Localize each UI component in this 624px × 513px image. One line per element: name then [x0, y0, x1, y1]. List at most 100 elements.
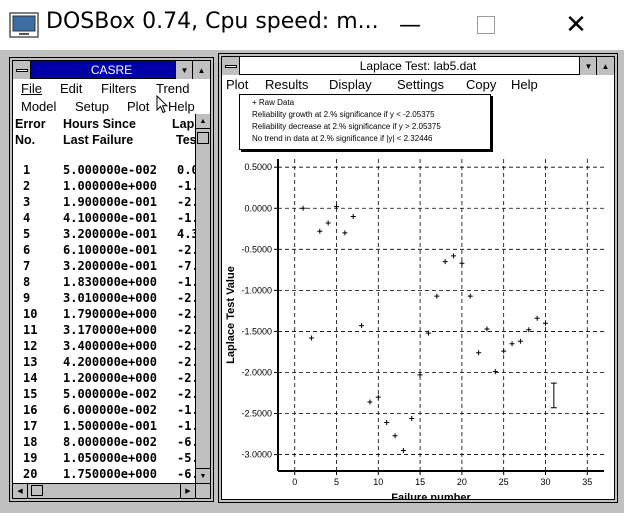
triangle-left-icon: ◀ — [17, 488, 23, 495]
cell-error-no: 5 — [23, 227, 31, 241]
menu-file[interactable]: File — [21, 81, 42, 96]
plus-marker — [325, 220, 331, 226]
plus-marker — [451, 253, 457, 259]
triangle-down-icon: ▼ — [180, 65, 189, 75]
col-error-line1: Error — [15, 117, 46, 131]
cell-error-no: 9 — [23, 291, 31, 305]
hscroll-thumb[interactable] — [31, 485, 43, 496]
cell-hours: 6.100000e-001 — [63, 243, 157, 257]
menu-settings[interactable]: Settings — [397, 77, 444, 92]
cell-hours: 8.000000e-002 — [63, 435, 157, 449]
legend-growth: Reliability growth at 2.% significance i… — [252, 110, 435, 119]
menu-setup[interactable]: Setup — [75, 99, 109, 114]
cell-hours: 1.050000e+000 — [63, 451, 157, 465]
cell-error-no: 4 — [23, 211, 31, 225]
casre-system-menu-button[interactable] — [13, 61, 31, 79]
cell-hours: 3.400000e+000 — [63, 339, 157, 353]
cell-hours: 1.200000e+000 — [63, 371, 157, 385]
menu-copy[interactable]: Copy — [466, 77, 496, 92]
x-tick-label: 15 — [415, 477, 425, 487]
data-point — [409, 415, 415, 421]
casre-titlebar[interactable]: CASRE ▼ ▲ — [13, 61, 210, 79]
cell-hours: 3.010000e+000 — [63, 291, 157, 305]
plus-marker — [384, 420, 390, 426]
minimize-button[interactable]: — — [380, 0, 440, 50]
menu-plot[interactable]: Plot — [226, 77, 248, 92]
data-point — [417, 372, 423, 378]
plus-marker — [392, 433, 398, 439]
data-point — [534, 315, 540, 321]
data-point — [542, 320, 548, 326]
menu-results[interactable]: Results — [265, 77, 308, 92]
plus-marker — [375, 394, 381, 400]
casre-window: CASRE ▼ ▲ File Edit Filters Trend Model … — [9, 57, 214, 502]
plus-marker — [317, 228, 323, 234]
laplace-chart: 0 5 10 15 20 25 30 35 0.5000 0.0000 -0.5000 -1.0000… — [225, 159, 604, 499]
plus-marker — [308, 335, 314, 341]
cell-error-no: 12 — [23, 339, 38, 353]
laplace-titlebar[interactable]: Laplace Test: lab5.dat ▼ ▲ — [222, 57, 614, 75]
data-point — [400, 447, 406, 453]
data-point — [367, 399, 373, 405]
casre-maximize-button[interactable]: ▲ — [192, 61, 210, 79]
plus-marker — [459, 260, 465, 266]
col-error-line2: No. — [15, 133, 36, 147]
menu-model[interactable]: Model — [21, 99, 56, 114]
cell-error-no: 6 — [23, 243, 31, 257]
cell-hours: 1.830000e+000 — [63, 275, 157, 289]
cell-error-no: 19 — [23, 451, 38, 465]
x-tick-label: 5 — [334, 477, 339, 487]
cell-hours: 1.500000e-001 — [63, 419, 157, 433]
menu-filters[interactable]: Filters — [101, 81, 136, 96]
menu-plot[interactable]: Plot — [127, 99, 149, 114]
casre-horizontal-scrollbar[interactable]: ◀ ▶ — [13, 483, 195, 498]
laplace-minimize-button[interactable]: ▼ — [579, 57, 597, 75]
x-tick-label: 35 — [582, 477, 592, 487]
y-tick-label: -2.0000 — [241, 367, 272, 377]
casre-window-body: CASRE ▼ ▲ File Edit Filters Trend Model … — [12, 60, 211, 499]
scroll-right-button[interactable]: ▶ — [180, 484, 195, 498]
laplace-maximize-button[interactable]: ▲ — [596, 57, 614, 75]
col-laplace-line1: Lapl — [172, 117, 198, 131]
data-point — [451, 253, 457, 259]
data-point — [476, 350, 482, 356]
data-point — [317, 228, 323, 234]
plus-marker — [350, 213, 356, 219]
cell-error-no: 15 — [23, 387, 38, 401]
laplace-menubar: Plot Results Display Settings Copy Help — [222, 76, 614, 94]
plus-marker — [359, 323, 365, 329]
scroll-left-button[interactable]: ◀ — [13, 484, 28, 498]
plus-marker — [400, 447, 406, 453]
menu-edit[interactable]: Edit — [60, 81, 82, 96]
cell-hours: 1.790000e+000 — [63, 307, 157, 321]
data-point — [501, 348, 507, 354]
menu-trend[interactable]: Trend — [156, 81, 189, 96]
close-button[interactable]: ✕ — [546, 0, 606, 50]
data-point — [484, 326, 490, 332]
casre-vertical-scrollbar[interactable]: ▲ ▼ — [195, 114, 210, 483]
plus-marker — [509, 341, 515, 347]
scroll-thumb[interactable] — [197, 132, 209, 144]
casre-menubar-1: File Edit Filters Trend — [13, 80, 210, 98]
y-tick-label: -0.5000 — [241, 244, 272, 254]
data-point — [384, 420, 390, 426]
cell-error-no: 2 — [23, 179, 31, 193]
menu-help[interactable]: Help — [168, 99, 195, 114]
maximize-button[interactable] — [456, 0, 516, 50]
cell-error-no: 16 — [23, 403, 38, 417]
y-tick-label: -1.5000 — [241, 326, 272, 336]
y-tick-label: -1.0000 — [241, 285, 272, 295]
cell-hours: 5.000000e-002 — [63, 163, 157, 177]
plus-marker — [542, 320, 548, 326]
data-point — [442, 259, 448, 265]
cell-error-no: 10 — [23, 307, 38, 321]
col-hours-line1: Hours Since — [63, 117, 136, 131]
menu-display[interactable]: Display — [329, 77, 372, 92]
scroll-up-button[interactable]: ▲ — [196, 114, 210, 129]
data-point — [300, 205, 306, 211]
menu-help[interactable]: Help — [511, 77, 538, 92]
laplace-system-menu-button[interactable] — [222, 57, 240, 75]
data-point — [325, 220, 331, 226]
casre-minimize-button[interactable]: ▼ — [175, 61, 193, 79]
scroll-down-button[interactable]: ▼ — [196, 468, 210, 483]
